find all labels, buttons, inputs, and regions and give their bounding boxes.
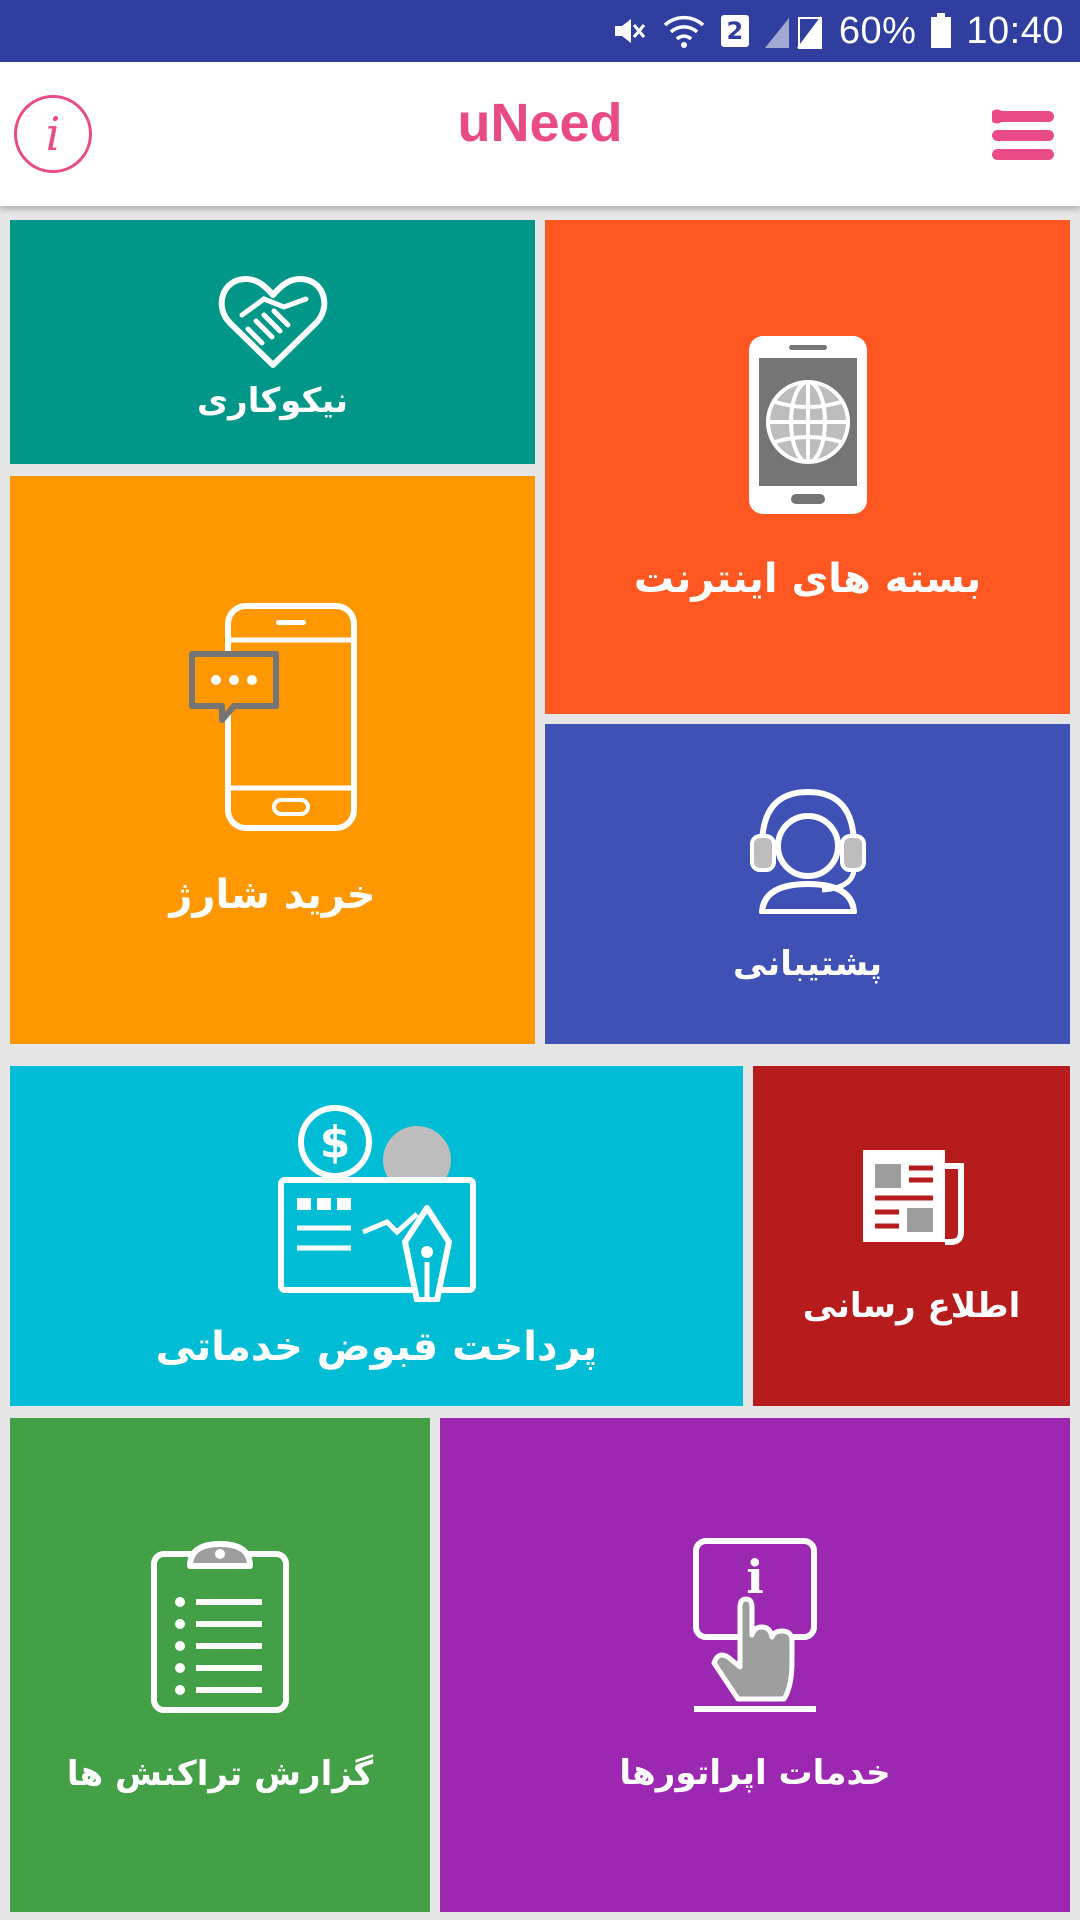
phone-globe-icon — [748, 336, 867, 514]
svg-text:$: $ — [319, 1117, 350, 1168]
status-bar: 2 60% 10:40 — [0, 0, 1080, 62]
tile-label: گزارش تراکنش ها — [66, 1754, 374, 1794]
tile-label: پرداخت قبوض خدماتی — [155, 1324, 598, 1370]
phone-chat-icon — [188, 603, 357, 831]
tile-label: اطلاع رسانی — [802, 1286, 1021, 1326]
heart-handshake-icon — [218, 276, 327, 368]
tile-label: خدمات اپراتورها — [619, 1753, 891, 1793]
headset-agent-icon — [749, 788, 866, 914]
tile-label: پشتیبانی — [733, 944, 882, 984]
hamburger-icon — [990, 109, 1054, 160]
wifi-icon — [661, 12, 707, 50]
app-title: uNeed — [457, 93, 623, 153]
tile-charge[interactable]: خرید شارژ — [10, 476, 535, 1044]
clock: 10:40 — [966, 9, 1064, 52]
tile-support[interactable]: پشتیبانی — [545, 724, 1070, 1044]
mute-icon — [611, 13, 647, 49]
tile-label: بسته های اینترنت — [633, 556, 982, 602]
newspaper-icon — [862, 1150, 964, 1245]
tile-news[interactable]: اطلاع رسانی — [753, 1066, 1070, 1406]
tile-label: خرید شارژ — [169, 872, 376, 918]
tile-operators[interactable]: i خدمات اپراتورها — [440, 1418, 1070, 1912]
signal-icon — [763, 12, 825, 50]
sim-badge: 2 — [720, 15, 749, 47]
clipboard-list-icon — [151, 1541, 289, 1713]
tile-bills[interactable]: $ پرداخت قبوض خدماتی — [10, 1066, 743, 1406]
tile-report[interactable]: گزارش تراکنش ها — [10, 1418, 430, 1912]
menu-button[interactable] — [990, 107, 1058, 165]
battery-percent: 60% — [838, 9, 917, 52]
bill-cheque-icon: $ — [277, 1105, 476, 1302]
tile-label: نیکوکاری — [196, 381, 348, 421]
touch-info-icon: i — [693, 1538, 817, 1712]
tile-internet[interactable]: بسته های اینترنت — [545, 220, 1070, 714]
svg-text:i: i — [746, 1550, 763, 1604]
tile-charity[interactable]: نیکوکاری — [10, 220, 535, 464]
battery-icon — [930, 13, 952, 49]
app-bar: i uNeed — [0, 62, 1080, 206]
service-grid: نیکوکاری بسته های اینترنت خرید شارژ پشتی… — [0, 206, 1080, 1920]
